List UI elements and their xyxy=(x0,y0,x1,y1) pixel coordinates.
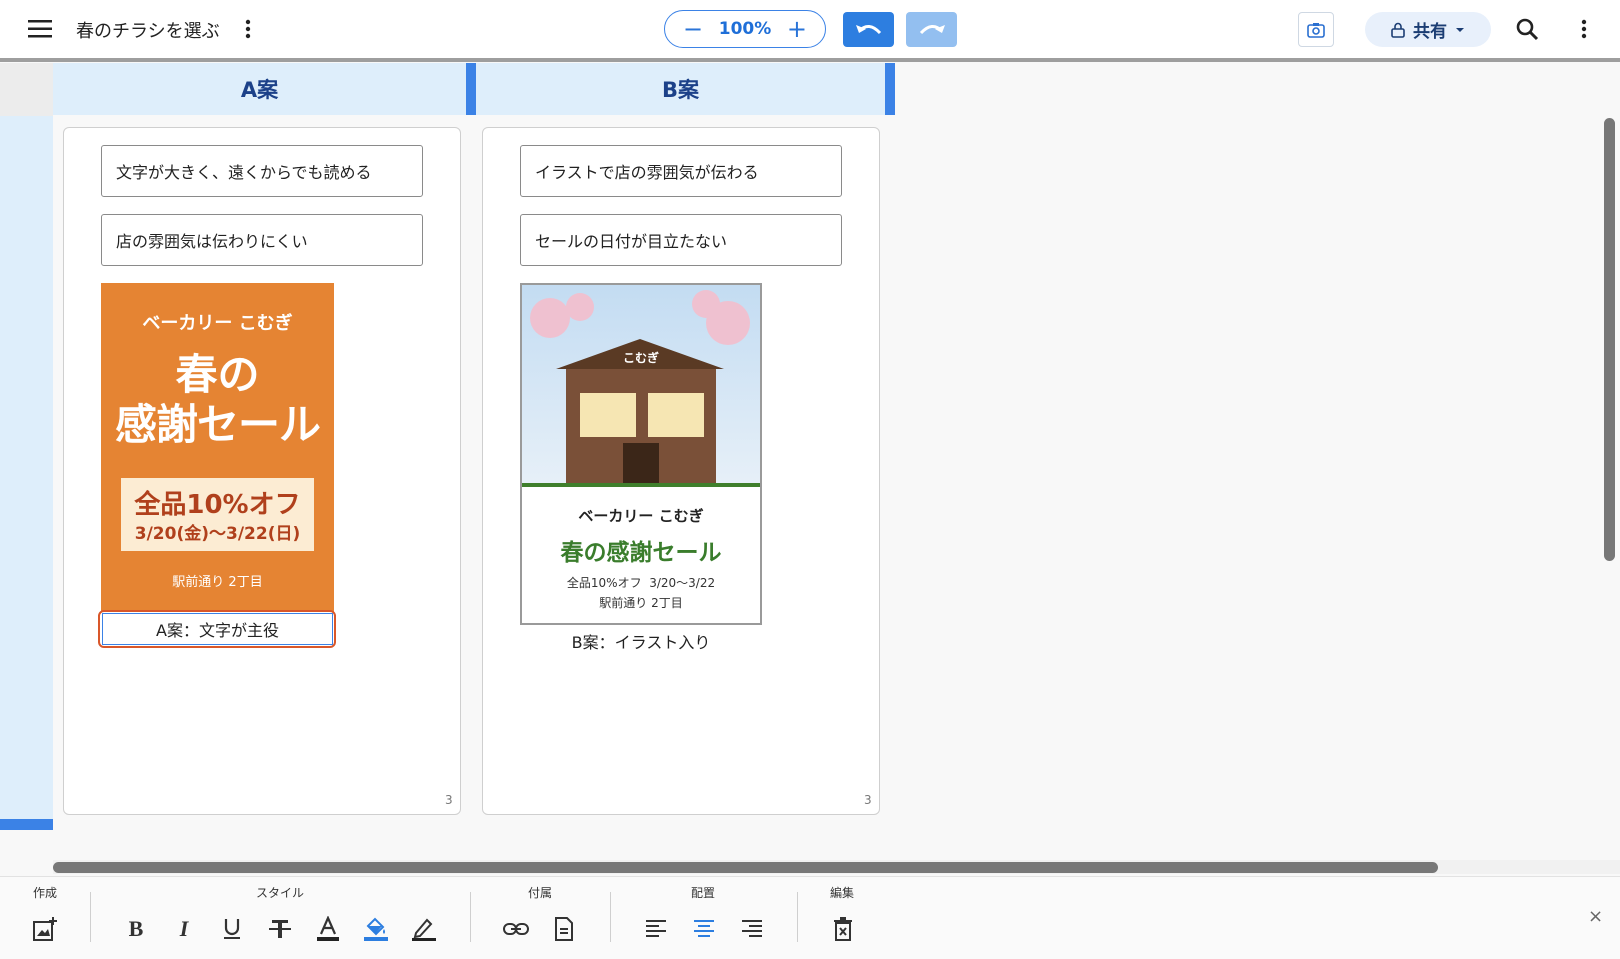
group-label-attach: 付属 xyxy=(528,886,553,900)
group-label-create: 作成 xyxy=(33,886,58,900)
poster-offer-line: 全品10%オフ 3/20〜3/22 xyxy=(566,576,716,590)
row-header-corner xyxy=(0,63,53,116)
column-resize-handle[interactable] xyxy=(885,63,895,115)
fill-color-icon[interactable] xyxy=(361,914,391,944)
delete-icon[interactable] xyxy=(828,914,858,944)
top-bar-divider xyxy=(0,58,1620,62)
column-resize-handle[interactable] xyxy=(466,63,476,115)
zoom-in-button[interactable]: + xyxy=(787,15,807,43)
highlight-pen-icon[interactable] xyxy=(409,914,439,944)
align-center-icon[interactable] xyxy=(689,914,719,944)
row-header-indicator xyxy=(0,819,53,830)
dropdown-icon xyxy=(1456,27,1464,32)
roof-sign: こむぎ xyxy=(622,351,659,365)
poster-address: 駅前通り 2丁目 xyxy=(172,575,263,590)
row-header-strip xyxy=(0,116,53,830)
align-left-icon[interactable] xyxy=(641,914,671,944)
vertical-scrollbar[interactable] xyxy=(1604,118,1615,561)
strikethrough-icon[interactable] xyxy=(265,914,295,944)
note-card[interactable]: セールの日付が目立たない xyxy=(520,214,842,266)
poster-dates: 3/20(金)〜3/22(日) xyxy=(134,524,301,544)
overflow-menu-icon[interactable] xyxy=(1576,17,1592,41)
horizontal-scrollbar[interactable] xyxy=(53,862,1438,873)
add-image-icon[interactable] xyxy=(30,914,60,944)
column-header-a[interactable]: A案 xyxy=(53,63,466,115)
screenshot-button[interactable] xyxy=(1298,12,1334,47)
toolbar-divider xyxy=(470,892,471,942)
zoom-control: − 100% + xyxy=(664,10,826,48)
toolbar-divider xyxy=(797,892,798,942)
note-card[interactable]: イラストで店の雰囲気が伝わる xyxy=(520,145,842,197)
undo-button[interactable] xyxy=(843,12,894,47)
group-label-edit: 編集 xyxy=(830,886,855,900)
document-title[interactable]: 春のチラシを選ぶ xyxy=(76,17,220,43)
redo-button[interactable] xyxy=(906,12,957,47)
page-number: 3 xyxy=(864,793,872,807)
toolbar-divider xyxy=(90,892,91,942)
poster-offer: 全品10%オフ xyxy=(134,490,301,520)
text-color-icon[interactable] xyxy=(313,914,343,944)
document-icon[interactable] xyxy=(549,914,579,944)
poster-title-line1: 春の xyxy=(175,350,260,399)
poster-b-image[interactable]: こむぎ ベーカリー こむぎ 春の感謝セール 全品10%オフ 3/20〜3/22 … xyxy=(520,283,762,625)
group-label-align: 配置 xyxy=(691,886,716,900)
poster-offer-box: 全品10%オフ 3/20(金)〜3/22(日) xyxy=(121,478,314,551)
camera-icon xyxy=(1307,22,1325,38)
poster-address: 駅前通り 2丁目 xyxy=(599,596,683,610)
zoom-level: 100% xyxy=(718,19,772,39)
italic-icon[interactable]: I xyxy=(169,914,199,944)
align-right-icon[interactable] xyxy=(737,914,767,944)
underline-icon[interactable] xyxy=(217,914,247,944)
poster-title-line2: 感謝セール xyxy=(114,400,321,449)
note-card[interactable]: 店の雰囲気は伝わりにくい xyxy=(101,214,423,266)
search-icon[interactable] xyxy=(1512,15,1542,43)
group-label-style: スタイル xyxy=(256,886,305,900)
poster-a-image[interactable]: ベーカリー こむぎ 春の 感謝セール 全品10%オフ 3/20(金)〜3/22(… xyxy=(101,283,334,612)
note-card[interactable]: 文字が大きく、遠くからでも読める xyxy=(101,145,423,197)
page-number: 3 xyxy=(445,793,453,807)
menu-icon[interactable] xyxy=(26,17,54,41)
bold-icon[interactable]: B xyxy=(121,914,151,944)
caption-text-box[interactable]: A案：文字が主役 xyxy=(102,613,333,645)
share-label: 共有 xyxy=(1413,22,1447,42)
share-button[interactable]: 共有 xyxy=(1365,12,1491,47)
more-vert-icon[interactable] xyxy=(240,17,256,41)
lock-icon xyxy=(1391,22,1405,38)
link-icon[interactable] xyxy=(501,914,531,944)
shop-illustration xyxy=(522,285,760,487)
undo-icon xyxy=(855,24,881,34)
redo-icon xyxy=(919,24,945,34)
toolbar-divider xyxy=(610,892,611,942)
close-icon[interactable]: × xyxy=(1588,906,1603,927)
poster-title: 春の感謝セール xyxy=(560,540,722,566)
poster-shop-name: ベーカリー こむぎ xyxy=(578,507,704,525)
column-header-b[interactable]: B案 xyxy=(476,63,885,115)
poster-shop-name: ベーカリー こむぎ xyxy=(142,313,293,334)
zoom-out-button[interactable]: − xyxy=(683,15,703,43)
caption-text[interactable]: B案：イラスト入り xyxy=(520,629,762,653)
